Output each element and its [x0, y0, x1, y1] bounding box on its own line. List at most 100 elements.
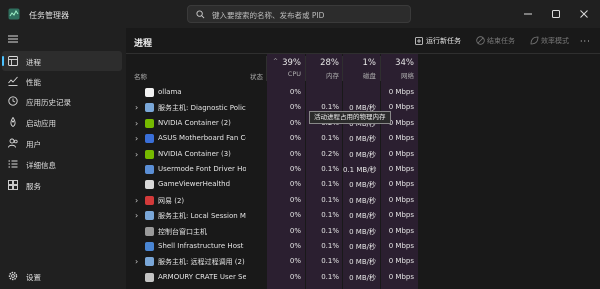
- search-box[interactable]: 键入要搜索的名称、发布者或 PID: [187, 5, 411, 23]
- maximize-button[interactable]: [546, 4, 566, 24]
- nvidia-icon: [145, 149, 154, 159]
- process-name: 服务主机: 远程过程调用 (2): [158, 258, 245, 267]
- sidebar-item-processes[interactable]: 进程: [2, 51, 122, 71]
- title-bar: 任务管理器 键入要搜索的名称、发布者或 PID: [0, 0, 600, 28]
- maximize-icon: [552, 10, 560, 18]
- sidebar-item-label: 服务: [26, 182, 41, 191]
- table-row[interactable]: › NVIDIA Container (3) 0% 0.2% 0 MB/秒 0 Mbps: [126, 147, 600, 162]
- search-icon: [196, 10, 205, 19]
- chevron-right-icon[interactable]: ›: [135, 134, 138, 143]
- disk-cell: 0.1 MB/秒: [343, 166, 377, 174]
- chevron-right-icon[interactable]: ›: [135, 196, 138, 205]
- sidebar-item-settings[interactable]: 设置: [2, 266, 122, 286]
- network-cell: 0 Mbps: [388, 180, 414, 189]
- service-host-icon: [145, 211, 154, 221]
- cpu-cell: 0%: [289, 118, 301, 127]
- cpu-cell: 0%: [289, 242, 301, 250]
- sidebar-item-services[interactable]: 服务: [2, 175, 122, 195]
- chevron-right-icon[interactable]: ›: [135, 150, 138, 159]
- cpu-total[interactable]: 39%: [267, 58, 301, 68]
- network-cell: 0 Mbps: [388, 88, 414, 96]
- cpu-cell: 0%: [289, 88, 301, 96]
- disk-cell: 0 MB/秒: [349, 196, 376, 205]
- more-options-icon[interactable]: ···: [580, 37, 591, 46]
- sidebar-item-users[interactable]: 用户: [2, 133, 122, 153]
- search-placeholder: 键入要搜索的名称、发布者或 PID: [212, 11, 325, 20]
- console-host-icon: [145, 226, 154, 236]
- end-task-label: 结束任务: [487, 37, 515, 45]
- disk-cell: 0 MB/秒: [349, 243, 376, 251]
- memory-cell: 0.1%: [321, 257, 339, 266]
- sidebar-item-startup-apps[interactable]: 启动应用: [2, 112, 122, 132]
- process-name: 服务主机: Local Session Manager: [158, 212, 246, 221]
- table-row[interactable]: ARMOURY CRATE User Session Helper 0% 0.1% 0…: [126, 270, 600, 285]
- app-history-icon: [8, 96, 18, 106]
- column-header-cpu[interactable]: CPU: [267, 70, 301, 78]
- process-name: Shell Infrastructure Host: [158, 242, 244, 250]
- process-name: GameViewerHealthd: [158, 180, 231, 189]
- leaf-icon: [530, 36, 539, 45]
- chevron-right-icon[interactable]: ›: [135, 103, 138, 112]
- network-cell: 0 Mbps: [388, 257, 414, 266]
- memory-cell: 0.1%: [321, 226, 339, 235]
- process-name: NVIDIA Container (3): [158, 149, 231, 158]
- new-task-icon: [415, 37, 423, 45]
- process-name: 控制台窗口主机: [158, 227, 207, 236]
- settings-label: 设置: [26, 273, 41, 282]
- cpu-cell: 0%: [289, 180, 301, 189]
- sidebar-item-app-history[interactable]: 应用历史记录: [2, 91, 122, 111]
- sidebar-item-label: 应用历史记录: [26, 98, 71, 107]
- network-total[interactable]: 34%: [381, 58, 414, 68]
- page-title: 进程: [134, 39, 153, 49]
- table-row[interactable]: 控制台窗口主机 0% 0.1% 0 MB/秒 0 Mbps: [126, 224, 600, 239]
- sidebar-item-performance[interactable]: 性能: [2, 71, 122, 91]
- chevron-right-icon[interactable]: ›: [135, 257, 138, 266]
- task-manager-app-icon: [8, 8, 20, 20]
- sidebar-item-label: 启动应用: [26, 119, 56, 128]
- sidebar-item-details[interactable]: 详细信息: [2, 154, 122, 174]
- hamburger-menu-icon[interactable]: [7, 34, 19, 44]
- table-row[interactable]: › 网易 (2) 0% 0.1% 0 MB/秒 0 Mbps: [126, 193, 600, 208]
- close-button[interactable]: [574, 4, 594, 24]
- memory-total[interactable]: 28%: [306, 58, 339, 68]
- details-icon: [8, 160, 18, 168]
- cpu-cell: 0%: [289, 103, 301, 112]
- column-header-disk[interactable]: 磁盘: [343, 70, 376, 80]
- column-header-name[interactable]: 名称: [134, 71, 147, 81]
- disk-cell: 0 MB/秒: [349, 273, 376, 282]
- table-row[interactable]: › 服务主机: 远程过程调用 (2) 0% 0.1% 0 MB/秒 0 Mbps: [126, 254, 600, 269]
- shell-host-icon: [145, 242, 154, 251]
- table-row[interactable]: ollama 0% 0 Mbps: [126, 85, 600, 100]
- network-cell: 0 Mbps: [388, 226, 414, 235]
- disk-cell: 0 MB/秒: [349, 135, 376, 144]
- service-host-icon: [145, 257, 154, 267]
- process-name: ARMOURY CRATE User Session Helper: [158, 272, 246, 281]
- process-name: ASUS Motherboard Fan Control Service: [158, 134, 246, 143]
- table-row[interactable]: Shell Infrastructure Host 0% 0.1% 0 MB/秒 0 M…: [126, 239, 600, 254]
- table-row[interactable]: Usermode Font Driver Host 0% 0.1% 0.1 MB/秒 0…: [126, 162, 600, 177]
- memory-cell: 0.1%: [321, 211, 339, 220]
- table-row[interactable]: › ASUS Motherboard Fan Control Service 0% 0…: [126, 131, 600, 146]
- chevron-right-icon[interactable]: ›: [135, 211, 138, 220]
- disk-total[interactable]: 1%: [343, 58, 377, 68]
- process-name: Usermode Font Driver Host: [158, 165, 246, 173]
- cpu-cell: 0%: [289, 165, 301, 173]
- memory-cell: 0.1%: [321, 242, 339, 250]
- column-header-memory[interactable]: 内存: [306, 70, 339, 80]
- services-icon: [8, 180, 18, 190]
- app-title: 任务管理器: [29, 11, 69, 20]
- memory-cell: 0.1%: [321, 165, 339, 173]
- gameviewer-icon: [145, 180, 154, 190]
- startup-apps-icon: [10, 117, 16, 127]
- table-row[interactable]: GameViewerHealthd 0% 0.1% 0 MB/秒 0 Mbps: [126, 177, 600, 192]
- processes-panel: 进程 运行新任务 结束任务 效率模式 ··· ^ 名称 状态 39% CPU 2…: [126, 28, 600, 289]
- column-header-network[interactable]: 网络: [381, 70, 414, 80]
- column-header-status[interactable]: 状态: [250, 71, 263, 81]
- sidebar-item-label: 进程: [26, 58, 41, 67]
- minimize-button[interactable]: [518, 4, 538, 24]
- sidebar: 进程 性能 应用历史记录 启动应用 用户 详细信息 服务 设置: [0, 28, 126, 289]
- chevron-right-icon[interactable]: ›: [135, 119, 138, 128]
- cpu-cell: 0%: [289, 226, 301, 235]
- font-driver-icon: [145, 165, 154, 174]
- table-row[interactable]: › 服务主机: Local Session Manager 0% 0.1% 0 MB/秒…: [126, 208, 600, 223]
